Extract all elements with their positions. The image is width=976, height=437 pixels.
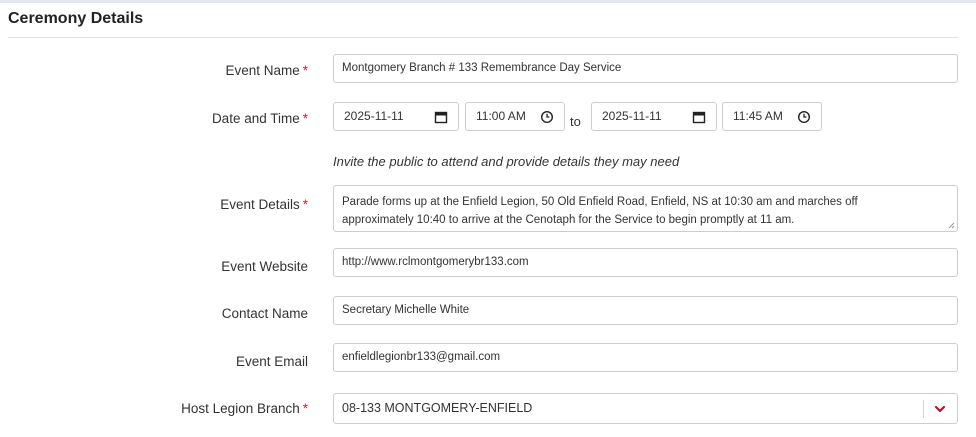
select-separator xyxy=(923,400,924,418)
required-marker: * xyxy=(302,197,308,212)
calendar-icon[interactable] xyxy=(434,110,448,124)
event-details-line-2: approximately 10:40 to arrive at the Cen… xyxy=(342,214,795,226)
end-date-value: 2025-11-11 xyxy=(602,109,662,123)
event-details-hint: Invite the public to attend and provide … xyxy=(333,154,680,169)
event-name-label-text: Event Name xyxy=(225,63,300,78)
date-time-label-text: Date and Time xyxy=(211,111,300,126)
contact-name-input[interactable]: Secretary Michelle White xyxy=(333,296,958,325)
event-website-input[interactable]: http://www.rclmontgomerybr133.com xyxy=(333,248,958,277)
event-name-label: Event Name * xyxy=(225,63,308,78)
event-email-input[interactable]: enfieldlegionbr133@gmail.com xyxy=(333,343,958,372)
end-time-input[interactable]: 11:45 AM xyxy=(722,102,822,131)
event-name-input[interactable]: Montgomery Branch # 133 Remembrance Day … xyxy=(333,54,958,83)
event-details-label: Event Details * xyxy=(220,197,308,212)
required-marker: * xyxy=(302,63,308,78)
event-details-line-1: Parade forms up at the Enfield Legion, 5… xyxy=(342,196,858,208)
clock-icon[interactable] xyxy=(540,110,554,124)
start-date-input[interactable]: 2025-11-11 xyxy=(333,102,459,131)
end-date-input[interactable]: 2025-11-11 xyxy=(591,102,717,131)
event-email-label: Event Email xyxy=(235,354,308,369)
event-details-label-text: Event Details xyxy=(220,197,300,212)
required-marker: * xyxy=(302,111,308,126)
host-branch-label-text: Host Legion Branch xyxy=(181,401,300,416)
section-divider xyxy=(8,37,958,38)
top-strip xyxy=(0,0,976,3)
start-time-value: 11:00 AM xyxy=(476,109,526,123)
host-branch-label: Host Legion Branch * xyxy=(181,401,308,416)
end-time-value: 11:45 AM xyxy=(733,109,783,123)
contact-name-label: Contact Name xyxy=(221,306,308,321)
section-title: Ceremony Details xyxy=(8,10,144,27)
host-branch-select[interactable]: 08-133 MONTGOMERY-ENFIELD xyxy=(333,393,958,424)
host-branch-value: 08-133 MONTGOMERY-ENFIELD xyxy=(342,401,533,415)
calendar-icon[interactable] xyxy=(692,110,706,124)
resize-grip-icon[interactable] xyxy=(947,221,955,229)
required-marker: * xyxy=(302,401,308,416)
date-time-label: Date and Time * xyxy=(212,111,308,126)
clock-icon[interactable] xyxy=(797,110,811,124)
event-details-textarea[interactable]: Parade forms up at the Enfield Legion, 5… xyxy=(333,185,958,232)
chevron-down-icon[interactable] xyxy=(934,403,946,415)
event-website-label: Event Website xyxy=(221,259,308,274)
start-date-value: 2025-11-11 xyxy=(344,109,404,123)
start-time-input[interactable]: 11:00 AM xyxy=(465,102,565,131)
to-label: to xyxy=(570,114,581,129)
